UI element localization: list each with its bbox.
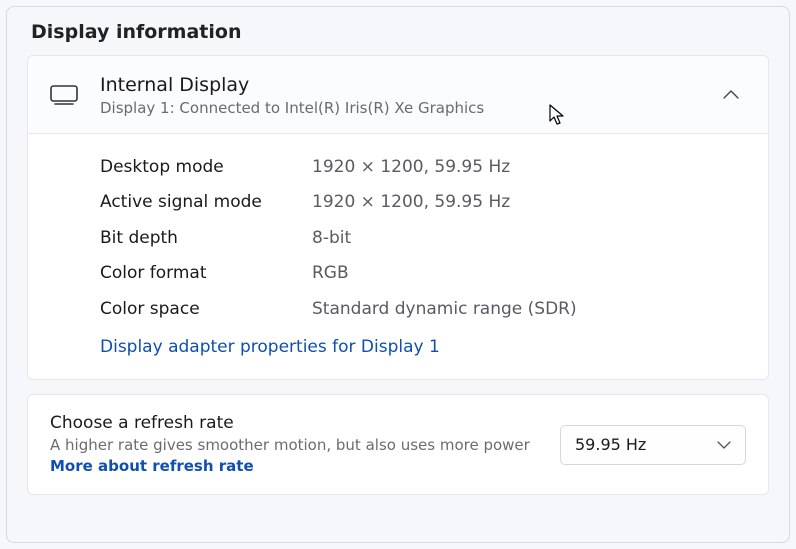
property-value: RGB xyxy=(312,261,349,287)
refresh-rate-value: 59.95 Hz xyxy=(575,435,646,454)
refresh-rate-card: Choose a refresh rate A higher rate give… xyxy=(27,394,769,495)
property-value: 8-bit xyxy=(312,226,351,252)
display-title: Internal Display xyxy=(100,74,716,98)
property-value: Standard dynamic range (SDR) xyxy=(312,297,577,323)
refresh-rate-description: A higher rate gives smoother motion, but… xyxy=(50,436,530,454)
display-properties: Desktop mode 1920 × 1200, 59.95 Hz Activ… xyxy=(100,150,746,328)
display-card: Internal Display Display 1: Connected to… xyxy=(27,55,769,380)
display-card-header[interactable]: Internal Display Display 1: Connected to… xyxy=(28,56,768,133)
property-label: Color format xyxy=(100,261,312,287)
display-subtitle: Display 1: Connected to Intel(R) Iris(R)… xyxy=(100,99,716,117)
property-row: Color space Standard dynamic range (SDR) xyxy=(100,292,746,328)
refresh-rate-subtitle: A higher rate gives smoother motion, but… xyxy=(50,435,540,476)
refresh-rate-title: Choose a refresh rate xyxy=(50,413,540,433)
property-value: 1920 × 1200, 59.95 Hz xyxy=(312,155,510,181)
property-row: Desktop mode 1920 × 1200, 59.95 Hz xyxy=(100,150,746,186)
display-card-body: Desktop mode 1920 × 1200, 59.95 Hz Activ… xyxy=(28,133,768,380)
more-about-refresh-link[interactable]: More about refresh rate xyxy=(50,457,254,475)
property-row: Bit depth 8-bit xyxy=(100,221,746,257)
property-value: 1920 × 1200, 59.95 Hz xyxy=(312,190,510,216)
property-label: Active signal mode xyxy=(100,190,312,216)
property-row: Active signal mode 1920 × 1200, 59.95 Hz xyxy=(100,185,746,221)
chevron-up-icon xyxy=(716,90,746,100)
property-label: Color space xyxy=(100,297,312,323)
page-title: Display information xyxy=(31,21,769,43)
display-information-panel: Display information Internal Display Dis… xyxy=(6,6,790,543)
refresh-rate-dropdown[interactable]: 59.95 Hz xyxy=(560,425,746,465)
property-label: Bit depth xyxy=(100,226,312,252)
monitor-icon xyxy=(50,85,100,105)
adapter-properties-link[interactable]: Display adapter properties for Display 1 xyxy=(100,337,440,357)
property-row: Color format RGB xyxy=(100,256,746,292)
chevron-down-icon xyxy=(717,435,731,454)
property-label: Desktop mode xyxy=(100,155,312,181)
